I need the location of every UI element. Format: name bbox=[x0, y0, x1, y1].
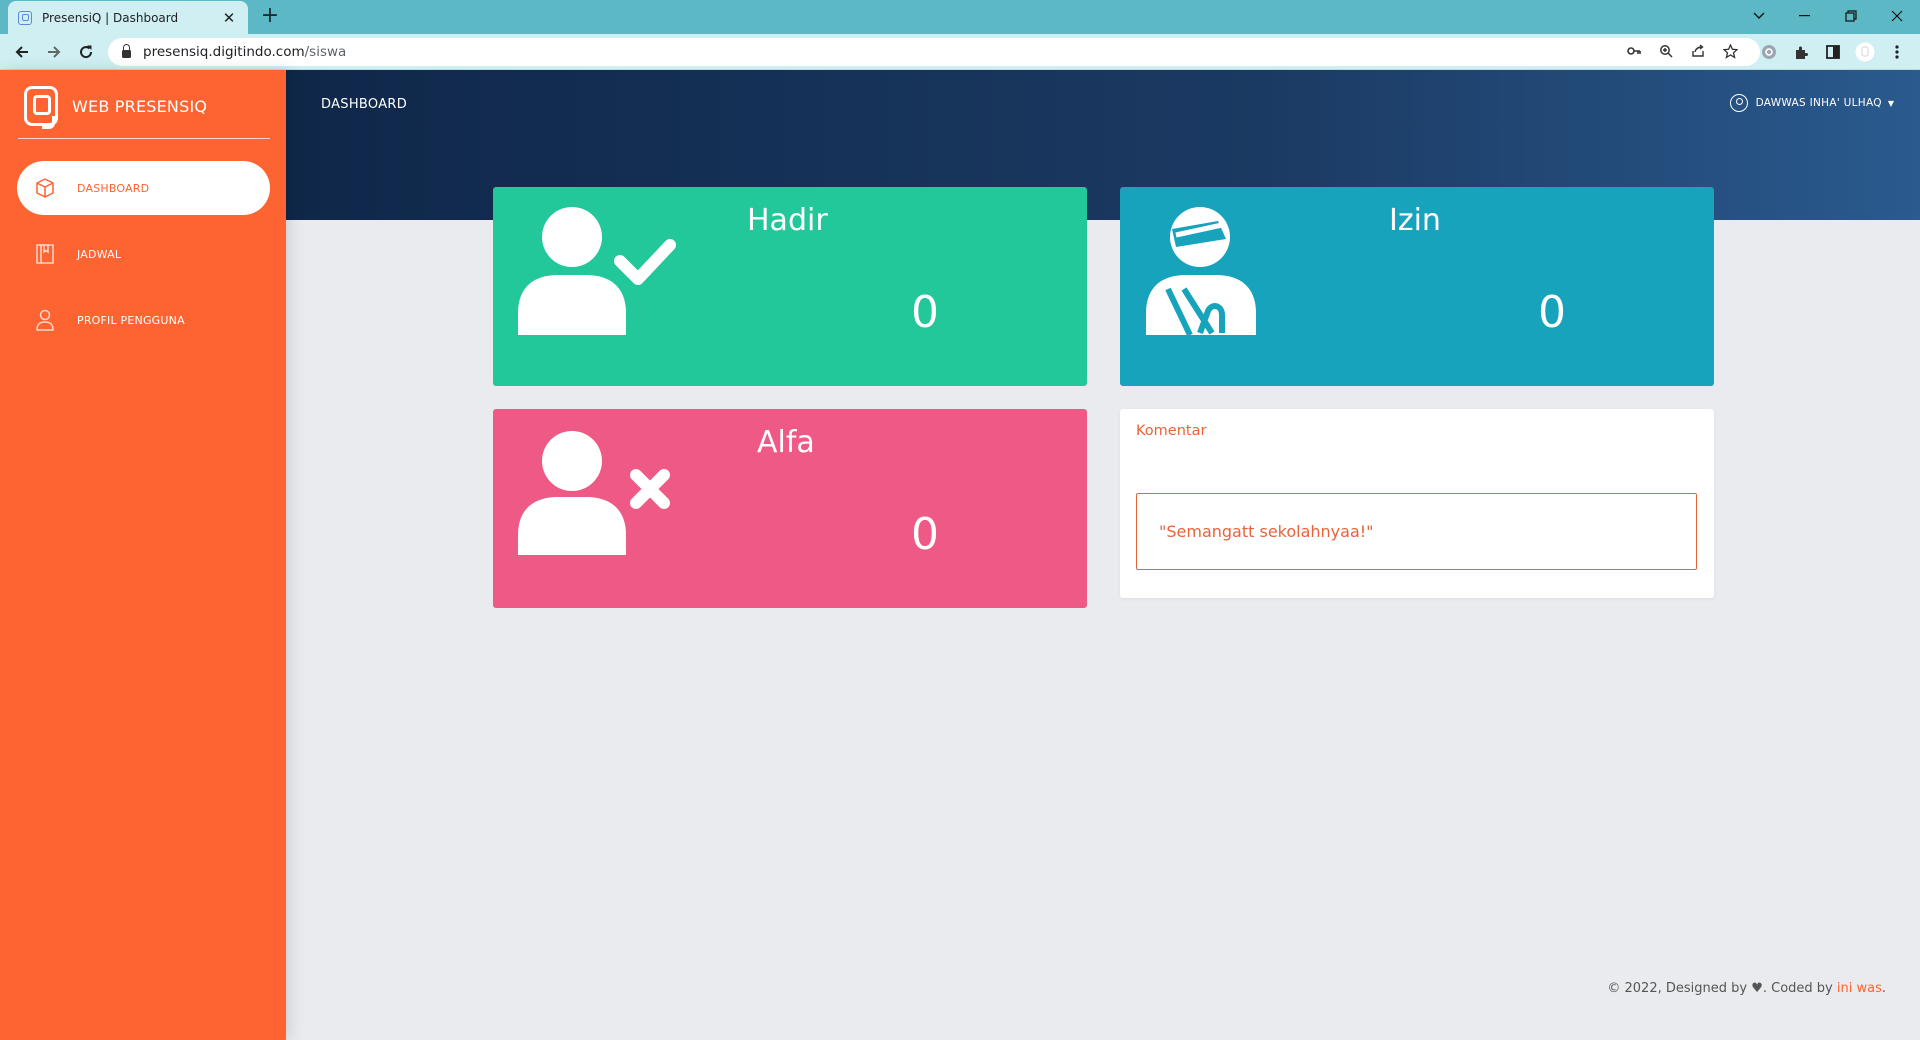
heart-icon: ♥ bbox=[1751, 981, 1763, 996]
zoom-icon[interactable] bbox=[1656, 44, 1676, 62]
user-circle-icon bbox=[1729, 94, 1748, 112]
url-host: presensiq.digitindo.com bbox=[143, 44, 305, 60]
presensiq-logo-icon bbox=[24, 86, 58, 129]
address-bar[interactable]: presensiq.digitindo.com/siswa bbox=[108, 38, 1760, 66]
brand-name: WEB PRESENSIQ bbox=[72, 96, 208, 116]
alfa-card: Alfa 0 bbox=[493, 409, 1087, 608]
url-path: /siswa bbox=[304, 44, 347, 60]
footer-suffix: . bbox=[1881, 981, 1886, 996]
user-check-icon bbox=[518, 207, 680, 341]
bookmark-star-icon[interactable] bbox=[1720, 43, 1740, 63]
browser-toolbar: presensiq.digitindo.com/siswa bbox=[0, 34, 1920, 70]
sidebar-item-label: JADWAL bbox=[77, 247, 122, 261]
sidebar-item-label: PROFIL PENGGUNA bbox=[77, 313, 185, 327]
footer-author-link[interactable]: ini was bbox=[1837, 981, 1882, 996]
caret-down-icon: ▼ bbox=[1887, 98, 1894, 108]
sidebar-item-dashboard[interactable]: DASHBOARD bbox=[17, 161, 270, 215]
new-tab-button[interactable]: + bbox=[258, 4, 282, 28]
browser-menu-icon[interactable] bbox=[1887, 42, 1907, 62]
card-title: Alfa bbox=[757, 425, 815, 460]
sidebar-item-label: DASHBOARD bbox=[77, 181, 150, 195]
share-icon[interactable] bbox=[1688, 44, 1708, 62]
minimize-icon[interactable] bbox=[1782, 2, 1828, 30]
user-icon bbox=[33, 308, 57, 332]
comment-title: Komentar bbox=[1136, 423, 1207, 439]
tab-search-icon[interactable] bbox=[1736, 2, 1782, 30]
restore-icon[interactable] bbox=[1828, 2, 1874, 30]
reload-icon[interactable] bbox=[72, 38, 100, 66]
user-menu[interactable]: DAWWAS INHA' ULHAQ ▼ bbox=[1729, 94, 1894, 112]
password-key-icon[interactable] bbox=[1624, 44, 1644, 60]
grammarly-icon[interactable] bbox=[1759, 42, 1779, 62]
box-icon bbox=[33, 176, 57, 200]
card-title: Hadir bbox=[747, 203, 828, 238]
lock-icon bbox=[122, 44, 131, 58]
profile-avatar-icon[interactable] bbox=[1855, 42, 1875, 62]
favicon-icon bbox=[18, 10, 32, 25]
brand[interactable]: WEB PRESENSIQ bbox=[24, 86, 208, 129]
izin-card: Izin 0 bbox=[1120, 187, 1714, 386]
book-icon bbox=[33, 242, 57, 266]
injured-person-icon bbox=[1146, 207, 1258, 339]
komentar-card: Komentar "Semangatt sekolahnyaa!" bbox=[1120, 409, 1714, 598]
url-text: presensiq.digitindo.com/siswa bbox=[143, 44, 346, 60]
comment-text: "Semangatt sekolahnyaa!" bbox=[1159, 522, 1374, 541]
comment-box: "Semangatt sekolahnyaa!" bbox=[1136, 493, 1697, 570]
tab-close-icon[interactable]: ✕ bbox=[220, 9, 238, 27]
page-title: DASHBOARD bbox=[321, 97, 408, 112]
back-icon[interactable] bbox=[8, 38, 36, 66]
card-count: 0 bbox=[1538, 287, 1566, 338]
browser-tabstrip: PresensiQ | Dashboard ✕ + bbox=[0, 0, 1920, 34]
sidebar-divider bbox=[18, 138, 270, 139]
card-title: Izin bbox=[1389, 203, 1441, 238]
side-panel-icon[interactable] bbox=[1823, 42, 1843, 62]
browser-tab[interactable]: PresensiQ | Dashboard ✕ bbox=[8, 1, 248, 34]
forward-icon[interactable] bbox=[40, 38, 68, 66]
user-name: DAWWAS INHA' ULHAQ bbox=[1755, 97, 1882, 109]
user-x-icon bbox=[518, 431, 680, 565]
card-count: 0 bbox=[911, 287, 939, 338]
card-count: 0 bbox=[911, 509, 939, 560]
tab-title: PresensiQ | Dashboard bbox=[42, 10, 179, 25]
hadir-card: Hadir 0 bbox=[493, 187, 1087, 386]
footer-mid: . Coded by bbox=[1762, 981, 1833, 996]
sidebar-item-jadwal[interactable]: JADWAL bbox=[17, 227, 270, 281]
sidebar: WEB PRESENSIQ DASHBOARD JADWAL PROFIL PE… bbox=[0, 70, 286, 1040]
footer: © 2022, Designed by ♥. Coded by ini was. bbox=[1607, 981, 1886, 996]
sidebar-item-profil-pengguna[interactable]: PROFIL PENGGUNA bbox=[17, 293, 270, 347]
footer-prefix: © 2022, Designed by bbox=[1607, 981, 1748, 996]
extensions-icon[interactable] bbox=[1791, 42, 1811, 62]
close-window-icon[interactable] bbox=[1874, 2, 1920, 30]
